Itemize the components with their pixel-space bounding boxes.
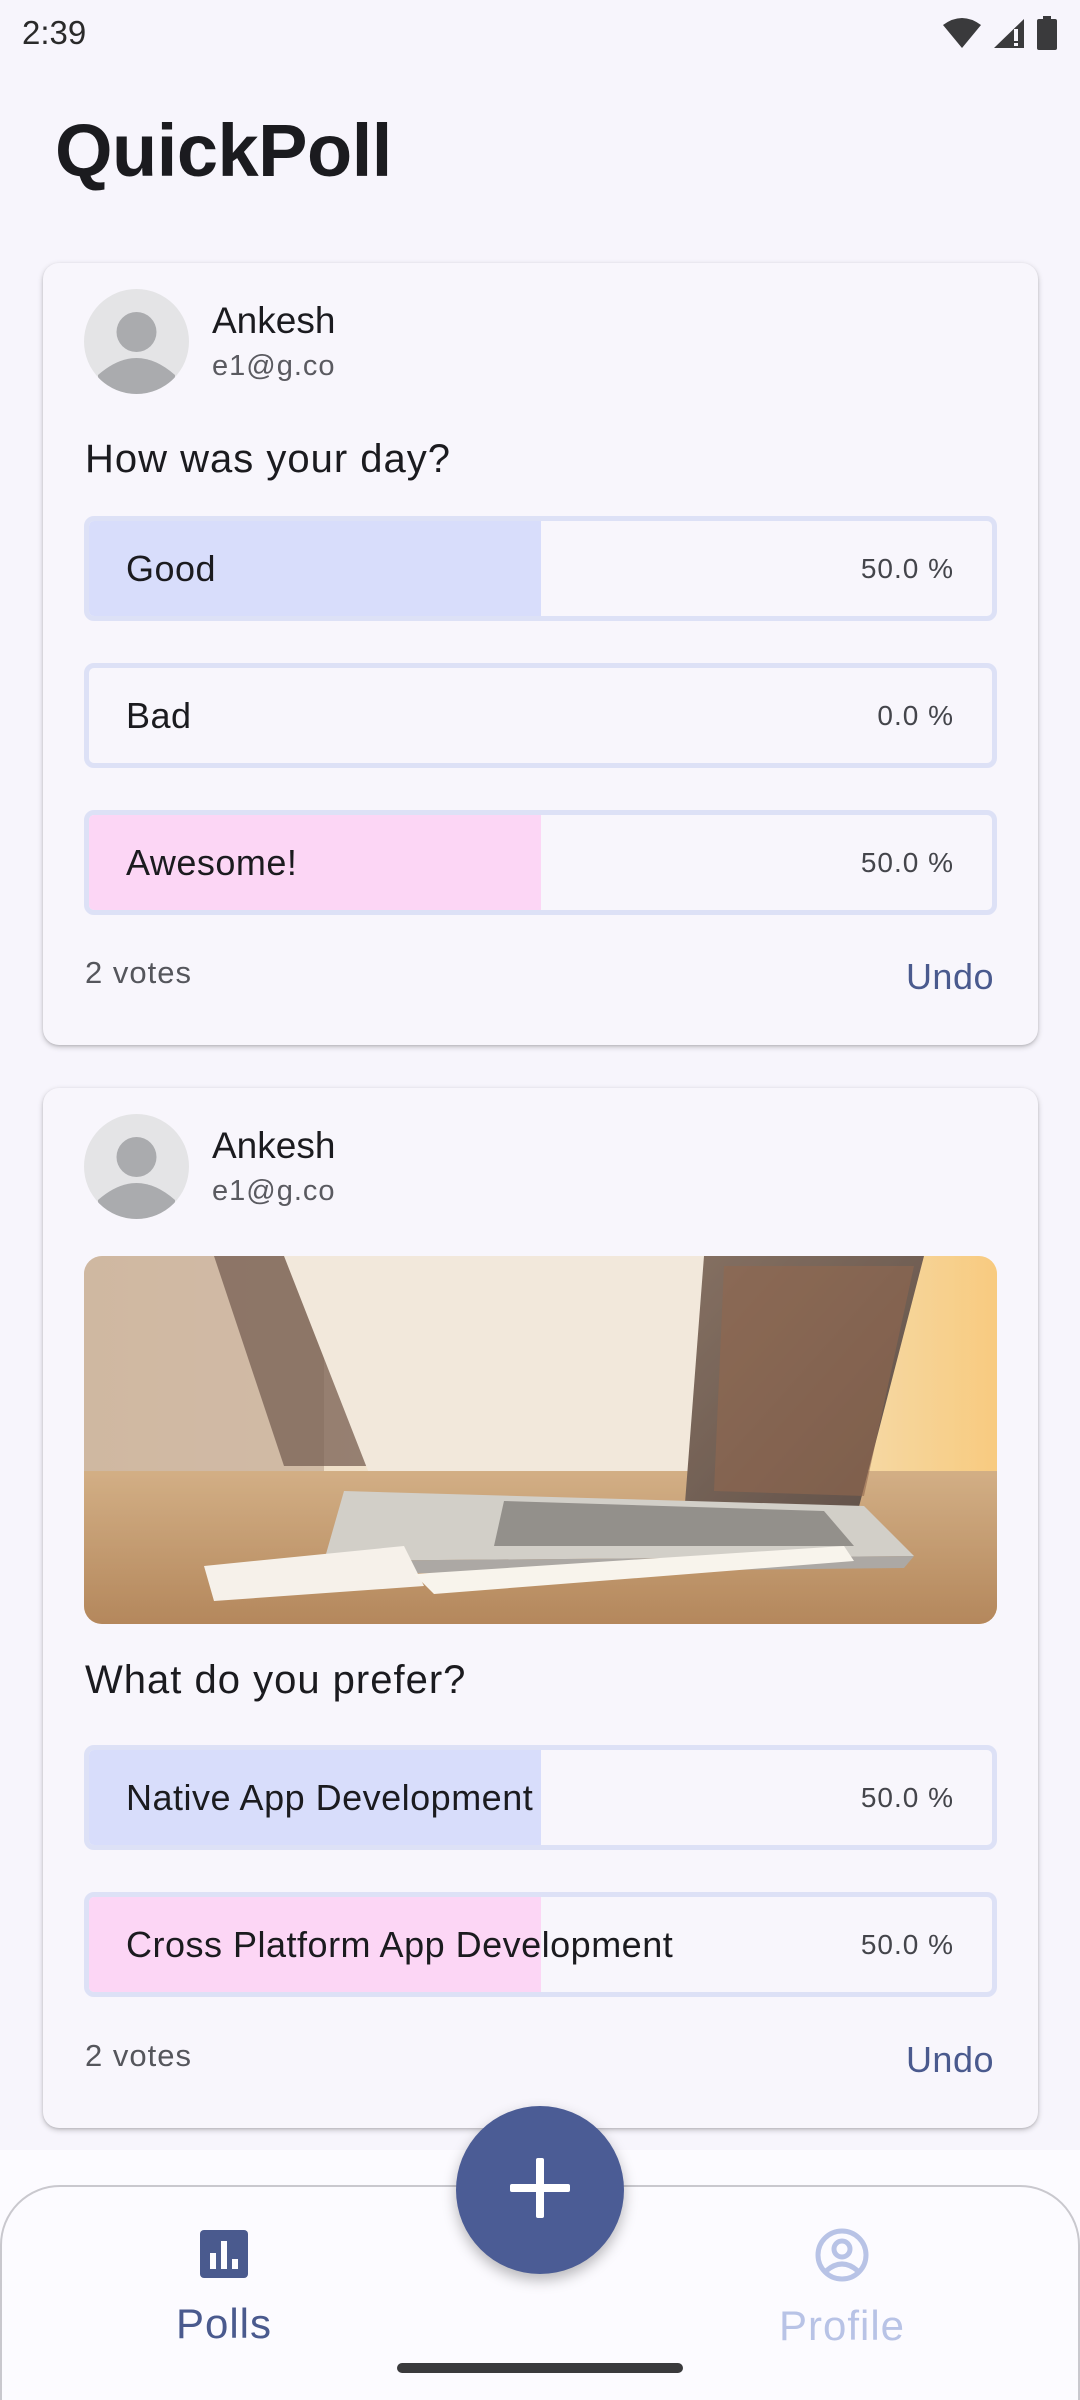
signal-icon: [992, 17, 1026, 49]
vote-count: 2 votes: [85, 955, 192, 990]
status-time: 2:39: [22, 14, 87, 51]
wifi-icon: [942, 17, 982, 49]
option-label: Native App Development: [126, 1776, 534, 1818]
poll-question: What do you prefer?: [85, 1658, 467, 1702]
option-label: Awesome!: [126, 841, 298, 883]
poll-question: How was your day?: [85, 437, 452, 481]
poll-option[interactable]: Good 50.0 %: [84, 516, 997, 621]
undo-button[interactable]: Undo: [906, 2039, 994, 2081]
person-icon: [98, 1137, 175, 1219]
battery-icon: [1036, 16, 1058, 50]
person-icon: [98, 312, 175, 394]
avatar: [84, 289, 189, 394]
status-bar: 2:39: [0, 0, 1080, 66]
avatar: [84, 1114, 189, 1219]
author-email: e1@g.co: [212, 1174, 336, 1207]
author-name: Ankesh: [212, 1124, 336, 1166]
bar-chart-icon: [197, 2227, 251, 2286]
laptop-photo: [84, 1256, 997, 1624]
option-percent: 0.0 %: [877, 699, 954, 731]
poll-card: Ankesh e1@g.co What do you prefer? Nativ…: [43, 1088, 1038, 2128]
option-label: Bad: [126, 694, 192, 736]
home-indicator[interactable]: [397, 2363, 683, 2373]
vote-count: 2 votes: [85, 2038, 192, 2073]
poll-card: Ankesh e1@g.co How was your day? Good 50…: [43, 263, 1038, 1045]
nav-label-polls: Polls: [175, 2300, 273, 2347]
option-label: Cross Platform App Development: [126, 1923, 674, 1965]
status-icons: [942, 16, 1058, 50]
poll-option[interactable]: Cross Platform App Development 50.0 %: [84, 1892, 997, 1997]
poll-author: Ankesh e1@g.co: [84, 289, 336, 394]
poll-option[interactable]: Native App Development 50.0 %: [84, 1745, 997, 1850]
nav-item-polls[interactable]: Polls: [99, 2227, 349, 2348]
account-circle-icon: [814, 2227, 870, 2288]
author-name: Ankesh: [212, 299, 336, 341]
poll-option[interactable]: Awesome! 50.0 %: [84, 810, 997, 915]
option-label: Good: [126, 547, 217, 589]
nav-item-profile[interactable]: Profile: [717, 2227, 967, 2350]
poll-author: Ankesh e1@g.co: [84, 1114, 336, 1219]
nav-label-profile: Profile: [778, 2302, 906, 2349]
create-poll-button[interactable]: [456, 2106, 624, 2274]
option-percent: 50.0 %: [860, 552, 954, 584]
option-percent: 50.0 %: [860, 1781, 954, 1813]
option-percent: 50.0 %: [860, 1928, 954, 1960]
undo-button[interactable]: Undo: [906, 956, 994, 998]
poll-image: [84, 1256, 997, 1624]
author-email: e1@g.co: [212, 349, 336, 382]
option-percent: 50.0 %: [860, 846, 954, 878]
plus-icon: [508, 2156, 572, 2225]
poll-option[interactable]: Bad 0.0 %: [84, 663, 997, 768]
app-title: QuickPoll: [55, 109, 392, 192]
